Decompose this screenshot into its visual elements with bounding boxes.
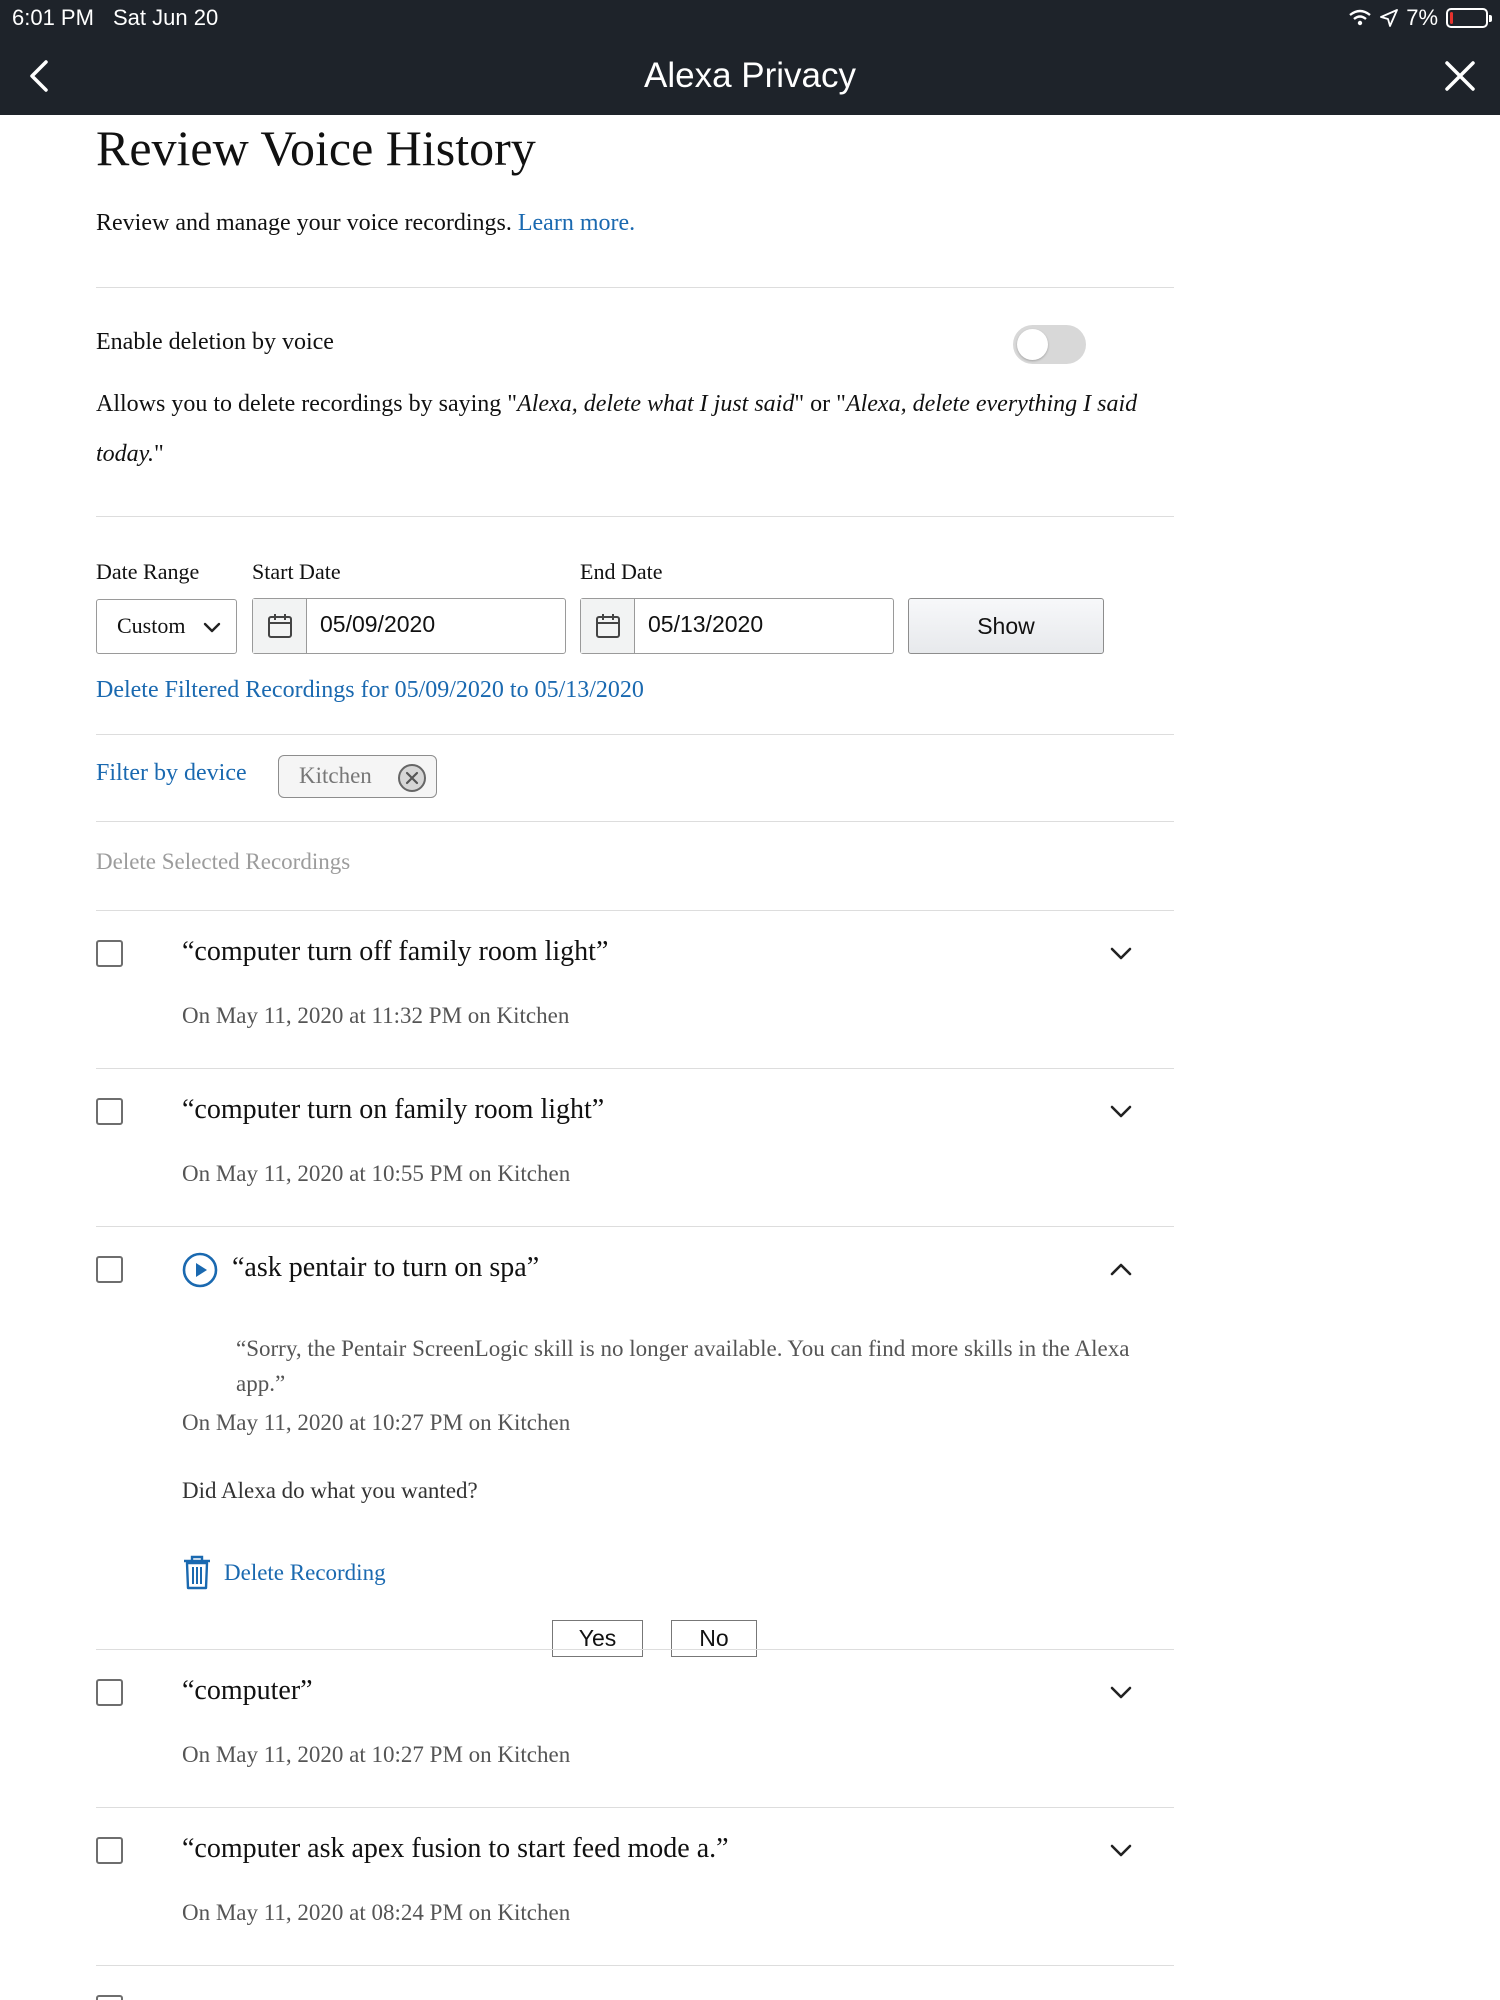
delete-recording-label: Delete Recording bbox=[224, 1560, 386, 1585]
close-icon[interactable] bbox=[1440, 56, 1480, 96]
recording-checkbox[interactable] bbox=[96, 1837, 123, 1864]
filter-by-device-link[interactable]: Filter by device bbox=[96, 760, 247, 787]
desc-prefix: Allows you to delete recordings by sayin… bbox=[96, 391, 518, 417]
start-calendar-button[interactable] bbox=[253, 599, 307, 653]
toggle-knob bbox=[1017, 329, 1048, 360]
end-date-value: 05/13/2020 bbox=[648, 611, 764, 637]
recording-utterance: “computer” bbox=[182, 1675, 313, 1706]
recording-checkbox[interactable] bbox=[96, 1098, 123, 1125]
date-range-label: Date Range bbox=[96, 559, 200, 584]
divider bbox=[96, 910, 1174, 911]
desc-middle: " or " bbox=[794, 391, 846, 417]
device-chip-label: Kitchen bbox=[299, 763, 372, 788]
recording-meta: On May 11, 2020 at 11:32 PM on Kitchen bbox=[182, 1003, 570, 1028]
recording-utterance: “computer turn on family room light” bbox=[182, 1094, 605, 1125]
learn-more-link[interactable]: Learn more. bbox=[518, 210, 635, 236]
chevron-down-icon bbox=[203, 622, 221, 633]
show-button[interactable]: Show bbox=[908, 598, 1104, 654]
intro-description: Review and manage your voice recordings. bbox=[96, 210, 512, 236]
divider bbox=[96, 734, 1174, 735]
intro-text: Review and manage your voice recordings.… bbox=[96, 210, 635, 237]
voice-deletion-label: Enable deletion by voice bbox=[96, 329, 334, 355]
remove-filter-icon[interactable] bbox=[397, 763, 427, 793]
voice-deletion-toggle[interactable] bbox=[1013, 325, 1086, 364]
recording-checkbox[interactable] bbox=[96, 1679, 123, 1706]
chevron-down-icon[interactable] bbox=[1106, 1097, 1136, 1127]
end-date-label: End Date bbox=[580, 559, 663, 584]
divider bbox=[96, 821, 1174, 822]
recording-checkbox[interactable] bbox=[96, 940, 123, 967]
trash-icon bbox=[184, 1555, 210, 1590]
battery-icon bbox=[1446, 8, 1492, 28]
chevron-down-icon[interactable] bbox=[1106, 939, 1136, 969]
divider bbox=[96, 1226, 1174, 1227]
device-filter-chip: Kitchen bbox=[278, 755, 437, 798]
status-date: Sat Jun 20 bbox=[113, 5, 219, 30]
recording-checkbox[interactable] bbox=[96, 1256, 123, 1283]
divider bbox=[96, 287, 1174, 288]
calendar-icon bbox=[268, 614, 292, 638]
calendar-icon bbox=[596, 614, 620, 638]
recording-meta: On May 11, 2020 at 08:24 PM on Kitchen bbox=[182, 1900, 571, 1925]
date-range-select[interactable]: Custom bbox=[96, 599, 237, 654]
voice-deletion-description: Allows you to delete recordings by sayin… bbox=[96, 379, 1174, 479]
recording-meta: On May 11, 2020 at 10:27 PM on Kitchen bbox=[182, 1410, 571, 1435]
chevron-up-icon[interactable] bbox=[1106, 1255, 1136, 1285]
location-arrow-icon bbox=[1380, 9, 1399, 27]
recording-meta: On May 11, 2020 at 10:27 PM on Kitchen bbox=[182, 1742, 571, 1767]
desc-suffix: " bbox=[154, 441, 164, 467]
page-title: Review Voice History bbox=[96, 120, 536, 176]
divider bbox=[96, 1649, 1174, 1650]
start-date-field[interactable]: 05/09/2020 bbox=[252, 598, 566, 654]
alexa-response: “Sorry, the Pentair ScreenLogic skill is… bbox=[236, 1336, 1130, 1396]
end-calendar-button[interactable] bbox=[581, 599, 635, 653]
start-date-label: Start Date bbox=[252, 559, 341, 584]
status-time: 6:01 PM bbox=[12, 5, 94, 30]
chevron-down-icon[interactable] bbox=[1106, 1678, 1136, 1708]
delete-filtered-link[interactable]: Delete Filtered Recordings for 05/09/202… bbox=[96, 677, 644, 704]
recording-utterance: “computer ask apex fusion to start feed … bbox=[182, 1833, 729, 1864]
status-bar: 6:01 PM Sat Jun 20 7% bbox=[0, 0, 1500, 36]
desc-phrase-1: Alexa, delete what I just said bbox=[517, 391, 795, 417]
divider bbox=[96, 1068, 1174, 1069]
divider bbox=[96, 516, 1174, 517]
nav-title: Alexa Privacy bbox=[643, 56, 857, 95]
nav-bar: Alexa Privacy bbox=[0, 36, 1500, 115]
status-indicators: 7% bbox=[1348, 5, 1492, 31]
end-date-field[interactable]: 05/13/2020 bbox=[580, 598, 894, 654]
wifi-icon bbox=[1349, 9, 1371, 26]
battery-percent: 7% bbox=[1406, 5, 1438, 30]
chevron-down-icon[interactable] bbox=[1106, 1836, 1136, 1866]
feedback-yes-button[interactable]: Yes bbox=[552, 1620, 643, 1657]
recording-utterance: “computer turn off family room light” bbox=[182, 936, 609, 967]
feedback-no-button[interactable]: No bbox=[671, 1620, 757, 1657]
recording-checkbox[interactable] bbox=[96, 1995, 123, 2000]
recording-meta: On May 11, 2020 at 10:55 PM on Kitchen bbox=[182, 1161, 571, 1186]
divider bbox=[96, 1807, 1174, 1808]
delete-selected-button[interactable]: Delete Selected Recordings bbox=[96, 849, 350, 875]
date-range-value: Custom bbox=[117, 613, 186, 638]
start-date-value: 05/09/2020 bbox=[320, 611, 436, 637]
feedback-question: Did Alexa do what you wanted? bbox=[182, 1478, 478, 1503]
play-icon[interactable] bbox=[182, 1252, 218, 1288]
divider bbox=[96, 1965, 1174, 1966]
recording-utterance: “ask pentair to turn on spa” bbox=[232, 1252, 540, 1283]
